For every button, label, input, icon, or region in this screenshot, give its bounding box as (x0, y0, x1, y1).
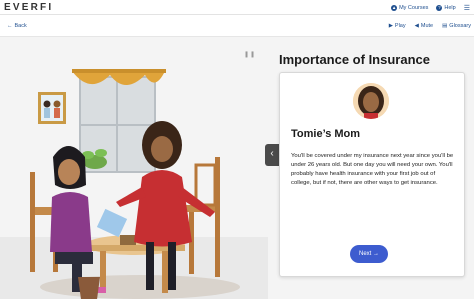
dialogue-card: Tomie’s Mom You'll be covered under my i… (279, 72, 465, 277)
my-courses-label: My Courses (399, 4, 429, 11)
lesson-toolbar: ← Back ▶ Play ◀ Mute ▤ Glossary (0, 15, 474, 37)
family-photo-frame (38, 92, 66, 124)
everfi-logo: EVERFI (4, 2, 54, 13)
speaker-avatar (353, 83, 389, 119)
arrow-right-icon: → (373, 251, 379, 257)
play-icon: ▶ (388, 23, 393, 29)
lesson-title: Importance of Insurance (279, 52, 430, 67)
glossary-button[interactable]: ▤ Glossary (442, 23, 471, 29)
play-label: Play (394, 23, 406, 29)
back-label: Back (14, 23, 27, 29)
media-tools: ▶ Play ◀ Mute ▤ Glossary (389, 23, 471, 29)
help-link[interactable]: ? Help (436, 4, 456, 11)
my-courses-link[interactable]: ▲ My Courses (391, 4, 429, 11)
menu-icon: ☰ (463, 4, 470, 12)
menu-button[interactable]: ☰ (464, 4, 470, 12)
glossary-label: Glossary (449, 23, 471, 29)
speaker-name: Tomie’s Mom (291, 128, 361, 140)
play-button[interactable]: ▶ Play (389, 23, 406, 29)
help-label: Help (444, 4, 456, 11)
dialogue-text: You'll be covered under my insurance nex… (291, 153, 454, 186)
book-icon: ▤ (442, 23, 448, 29)
basket-illustration (78, 277, 100, 299)
help-icon: ? (436, 4, 443, 11)
speaker-icon: ◀ (414, 23, 419, 29)
back-button[interactable]: ← Back (7, 23, 27, 29)
mute-label: Mute (420, 23, 434, 29)
graduation-cap-icon: ▲ (391, 4, 398, 11)
next-button[interactable]: Next → (350, 245, 388, 263)
arrow-left-icon: ← (7, 23, 13, 29)
lesson-stage: ❚❚ ‹ Importance of Insurance Tomie’s Mom… (0, 37, 474, 299)
mute-button[interactable]: ◀ Mute (415, 23, 433, 29)
speaker-avatar-illustration (353, 83, 389, 119)
pause-icon[interactable]: ❚❚ (244, 51, 256, 58)
scene-illustration (0, 37, 268, 299)
top-bar: EVERFI ▲ My Courses ? Help ☰ (0, 0, 474, 15)
next-label: Next (358, 251, 372, 257)
top-nav: ▲ My Courses ? Help ☰ (391, 2, 470, 13)
chevron-left-icon[interactable]: ‹ (265, 144, 279, 166)
